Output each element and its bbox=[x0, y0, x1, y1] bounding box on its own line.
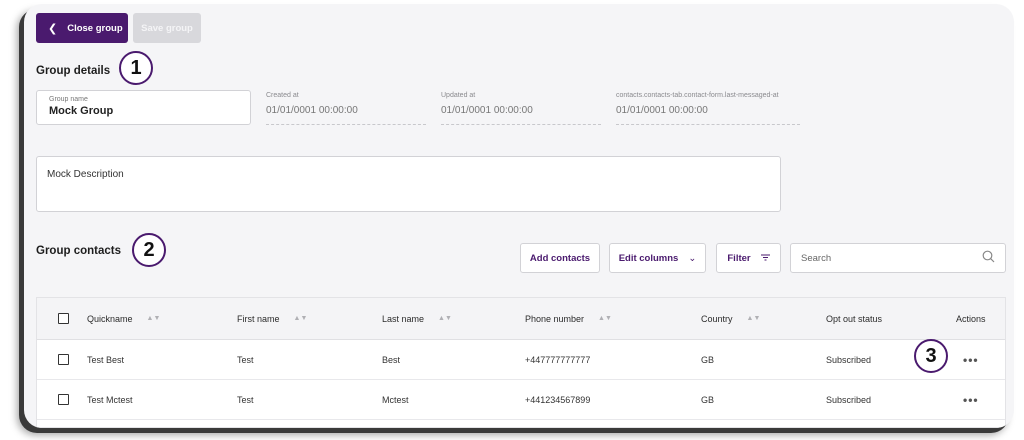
table-row[interactable]: Test Mctest Test Mctest +441234567899 GB… bbox=[37, 380, 1005, 420]
filter-button[interactable]: Filter bbox=[716, 243, 781, 273]
contacts-table: Quickname ▲▼ First name ▲▼ Last name ▲▼ Pho… bbox=[36, 297, 1006, 428]
header-phone-label: Phone number bbox=[525, 313, 585, 324]
save-group-button[interactable]: Save group bbox=[133, 13, 201, 43]
close-group-button[interactable]: ❮ Close group bbox=[36, 13, 128, 43]
header-last-name[interactable]: Last name ▲▼ bbox=[382, 298, 452, 339]
row-checkbox[interactable] bbox=[58, 380, 69, 419]
updated-at-field: Updated at 01/01/0001 00:00:00 bbox=[441, 92, 601, 125]
group-details-title: Group details bbox=[36, 65, 111, 77]
group-name-field[interactable]: Group name Mock Group bbox=[36, 90, 251, 125]
cell-last-name: Best bbox=[382, 354, 401, 365]
cell-opt-out: Subscribed bbox=[826, 354, 872, 365]
header-quickname-label: Quickname bbox=[87, 313, 133, 324]
created-at-field: Created at 01/01/0001 00:00:00 bbox=[266, 92, 426, 125]
select-all-checkbox[interactable] bbox=[58, 298, 69, 339]
group-name-value: Mock Group bbox=[49, 105, 114, 117]
cell-country: GB bbox=[701, 354, 715, 365]
header-first-name[interactable]: First name ▲▼ bbox=[237, 298, 307, 339]
header-opt-out: Opt out status bbox=[826, 313, 883, 324]
more-icon: ••• bbox=[963, 352, 979, 367]
callout-badge-3: 3 bbox=[914, 339, 948, 373]
header-phone[interactable]: Phone number ▲▼ bbox=[525, 298, 612, 339]
row-actions-button[interactable]: ••• bbox=[963, 380, 979, 419]
updated-at-label: Updated at bbox=[441, 92, 476, 99]
created-at-value: 01/01/0001 00:00:00 bbox=[266, 105, 358, 116]
sort-icon: ▲▼ bbox=[293, 315, 308, 322]
close-group-label: Close group bbox=[67, 22, 123, 34]
row-checkbox[interactable] bbox=[58, 340, 69, 379]
header-country[interactable]: Country ▲▼ bbox=[701, 298, 760, 339]
filter-icon bbox=[760, 253, 770, 264]
sort-icon: ▲▼ bbox=[598, 315, 612, 322]
search-icon[interactable] bbox=[982, 250, 995, 266]
add-contacts-button[interactable]: Add contacts bbox=[520, 243, 600, 273]
header-last-name-label: Last name bbox=[382, 313, 425, 324]
group-contacts-title: Group contacts bbox=[36, 245, 121, 257]
cell-last-name: Mctest bbox=[382, 394, 409, 405]
header-actions: Actions bbox=[956, 313, 986, 324]
cell-country: GB bbox=[701, 394, 715, 405]
description-field[interactable]: Mock Description bbox=[36, 156, 781, 212]
checkbox-icon bbox=[58, 313, 69, 324]
sort-icon: ▲▼ bbox=[746, 315, 761, 322]
updated-at-value: 01/01/0001 00:00:00 bbox=[441, 105, 533, 116]
search-input[interactable] bbox=[801, 252, 982, 264]
cell-opt-out: Subscribed bbox=[826, 394, 872, 405]
edit-columns-label: Edit columns bbox=[618, 252, 679, 264]
cell-phone: +441234567899 bbox=[525, 394, 591, 405]
table-header: Quickname ▲▼ First name ▲▼ Last name ▲▼ Pho… bbox=[37, 298, 1005, 340]
last-messaged-label: contacts.contacts-tab.contact-form.last-… bbox=[616, 92, 779, 99]
filter-label: Filter bbox=[727, 252, 751, 264]
cell-first-name: Test bbox=[237, 394, 254, 405]
app-frame: ❮ Close group Save group Group details 1… bbox=[24, 4, 1014, 428]
cell-quickname: Test Mctest bbox=[87, 394, 133, 405]
more-icon: ••• bbox=[963, 392, 979, 407]
row-actions-button[interactable]: ••• bbox=[963, 340, 979, 379]
chevron-down-icon: ⌄ bbox=[688, 252, 697, 264]
edit-columns-button[interactable]: Edit columns ⌄ bbox=[609, 243, 706, 273]
checkbox-icon bbox=[58, 394, 69, 405]
group-name-label: Group name bbox=[49, 96, 88, 103]
header-first-name-label: First name bbox=[237, 313, 280, 324]
sort-icon: ▲▼ bbox=[438, 315, 452, 322]
sort-icon: ▲▼ bbox=[146, 315, 161, 322]
cell-first-name: Test bbox=[237, 354, 254, 365]
last-messaged-value: 01/01/0001 00:00:00 bbox=[616, 105, 708, 116]
created-at-label: Created at bbox=[266, 92, 299, 99]
header-quickname[interactable]: Quickname ▲▼ bbox=[87, 298, 160, 339]
cell-phone: +447777777777 bbox=[525, 354, 591, 365]
cell-quickname: Test Best bbox=[87, 354, 125, 365]
search-box[interactable] bbox=[790, 243, 1006, 273]
table-row[interactable]: Test Best Test Best +447777777777 GB Sub… bbox=[37, 340, 1005, 380]
checkbox-icon bbox=[58, 354, 69, 365]
chevron-left-icon: ❮ bbox=[48, 22, 58, 35]
callout-badge-2: 2 bbox=[132, 233, 166, 267]
header-country-label: Country bbox=[701, 313, 733, 324]
callout-badge-1: 1 bbox=[119, 51, 153, 85]
last-messaged-field: contacts.contacts-tab.contact-form.last-… bbox=[616, 92, 800, 125]
